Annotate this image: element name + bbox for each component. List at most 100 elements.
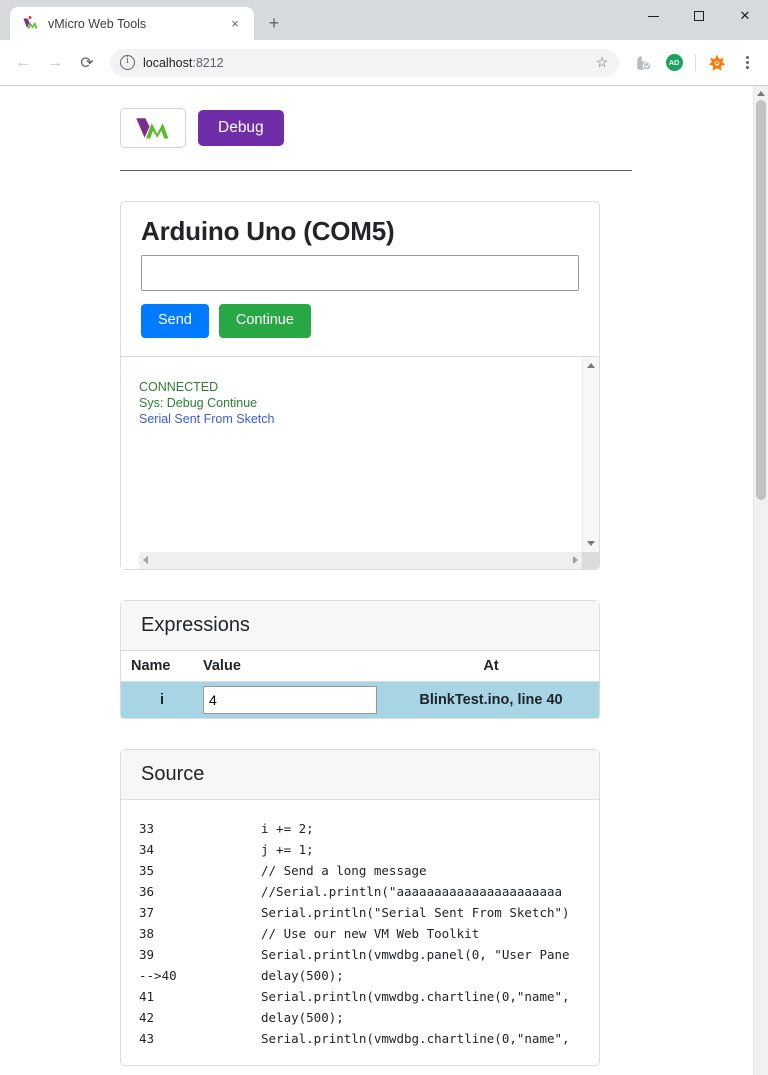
source-line: 39 Serial.println(vmwdbg.panel(0, "User P… [139,944,599,965]
browser-tab[interactable]: vMicro Web Tools × [10,7,254,40]
console-vertical-scrollbar[interactable] [582,356,599,552]
back-icon[interactable]: ← [8,48,38,78]
source-line-number: 38 [139,925,155,941]
table-row: i BlinkTest.ino, line 40 [121,681,599,718]
source-line: 38 // Use our new VM Web Toolkit [139,923,599,944]
source-line-code: j += 1; [261,841,314,857]
vmicro-logo-icon [22,15,39,32]
source-line-code: i += 2; [261,820,314,836]
source-line-code: Serial.println(vmwdbg.chartline(0,"name"… [261,1030,570,1046]
source-line-number: 33 [139,820,155,836]
url-port: :8212 [192,55,224,70]
page-content-area: Debug Arduino Uno (COM5) Send Continue C… [0,86,753,1075]
column-header-at: At [383,650,599,682]
window-close-button[interactable]: ✕ [722,0,768,32]
browser-toolbar: ← → ⟳ localhost:8212 ☆ AD [0,40,768,85]
source-code-view: 33 i += 2; 34 j += 1; 35 // Send a long mes… [121,800,599,1065]
source-line-code: Serial.println(vmwdbg.panel(0, "User Pan… [261,946,570,962]
source-line-number: 43 [139,1030,155,1046]
source-line-code: // Use our new VM Web Toolkit [261,925,480,941]
scroll-right-icon[interactable] [573,556,578,565]
source-card-header: Source [121,749,599,800]
scroll-left-icon[interactable] [143,556,148,565]
page-scrollbar[interactable] [753,86,768,1075]
console-line: Serial Sent From Sketch [139,411,275,426]
serial-card: Arduino Uno (COM5) Send Continue CONNECT… [120,201,600,570]
column-header-value: Value [203,650,383,682]
expressions-table: Name Value At i BlinkTest.i [121,650,599,718]
tab-title: vMicro Web Tools [48,16,147,31]
column-header-name: Name [121,650,203,682]
adblock-icon[interactable]: AD [661,50,687,76]
app-content: Debug Arduino Uno (COM5) Send Continue C… [0,86,753,1066]
header-divider [120,170,632,171]
extension-icon[interactable] [631,50,657,76]
chrome-menu-icon[interactable] [734,50,760,76]
source-line-code: delay(500); [261,967,344,983]
avast-icon[interactable] [704,50,730,76]
page-scroll-thumb[interactable] [756,100,766,500]
source-line-number: 36 [139,883,155,899]
console-line: CONNECTED [139,379,219,394]
console-horizontal-scrollbar[interactable] [139,551,582,569]
source-line-number: -->40 [139,967,177,983]
minimize-button[interactable] [630,0,676,32]
expression-value-cell [203,681,383,718]
continue-button[interactable]: Continue [218,304,311,338]
extension-icons: AD [627,50,760,76]
serial-send-input[interactable] [141,255,579,291]
source-line: 41 Serial.println(vmwdbg.chartline(0,"nam… [139,986,599,1007]
source-line-number: 37 [139,904,155,920]
adblock-badge-label: AD [665,54,683,71]
scrollbar-corner [582,551,599,569]
site-info-icon[interactable] [120,55,135,70]
source-title: Source [141,762,205,785]
maximize-button[interactable] [676,0,722,32]
debug-button[interactable]: Debug [198,110,284,146]
scroll-up-icon[interactable] [583,357,599,374]
forward-icon[interactable]: → [40,48,70,78]
expression-name: i [121,681,203,718]
vm-logo-icon [136,118,169,139]
source-line-number: 42 [139,1009,155,1025]
expression-value-input[interactable] [203,685,377,714]
source-line-code: Serial.println(vmwdbg.chartline(0,"name"… [261,988,570,1004]
toolbar-divider [695,54,696,71]
serial-console: CONNECTED Sys: Debug Continue Serial Sen… [121,355,599,569]
url-host: localhost [143,55,193,70]
expressions-card-header: Expressions [121,600,599,651]
source-line: 37 Serial.println("Serial Sent From Sketc… [139,902,599,923]
serial-button-row: Send Continue [141,304,579,338]
bookmark-star-icon[interactable]: ☆ [591,52,613,74]
source-line-code: delay(500); [261,1009,344,1025]
source-line: 34 j += 1; [139,839,599,860]
page-scroll-up-icon[interactable] [754,86,768,101]
table-header-row: Name Value At [121,650,599,682]
vm-logo-button[interactable] [120,108,186,148]
close-icon[interactable]: × [224,13,246,35]
url-text: localhost:8212 [143,56,583,70]
app-header: Debug [120,108,753,148]
source-line-number: 41 [139,988,155,1004]
source-line-number: 35 [139,862,155,878]
source-card: Source 33 i += 2; 34 j += 1; 35 // Send a l… [120,748,600,1066]
send-button[interactable]: Send [141,304,209,338]
browser-window: vMicro Web Tools × + ✕ ← → ⟳ localhost:8… [0,0,768,1075]
page-viewport: Debug Arduino Uno (COM5) Send Continue C… [0,85,768,1075]
expression-location: BlinkTest.ino, line 40 [383,681,599,718]
source-line: 36 //Serial.println("aaaaaaaaaaaaaaaaaaaa… [139,881,599,902]
browser-titlebar: vMicro Web Tools × + ✕ [0,0,768,40]
new-tab-button[interactable]: + [260,9,288,37]
source-line-code: //Serial.println("aaaaaaaaaaaaaaaaaaaaaa [261,883,563,899]
source-line: 42 delay(500); [139,1007,599,1028]
board-title: Arduino Uno (COM5) [141,216,395,246]
source-line-code: Serial.println("Serial Sent From Sketch"… [261,904,570,920]
source-line: 43 Serial.println(vmwdbg.chartline(0,"nam… [139,1028,599,1049]
source-line-number: 34 [139,841,155,857]
scroll-down-icon[interactable] [583,535,599,552]
source-line-current: -->40 delay(500); [139,965,599,986]
reload-icon[interactable]: ⟳ [72,48,102,78]
source-line-code: // Send a long message [261,862,427,878]
address-bar[interactable]: localhost:8212 ☆ [110,48,619,77]
serial-card-body: Arduino Uno (COM5) Send Continue [121,202,599,356]
